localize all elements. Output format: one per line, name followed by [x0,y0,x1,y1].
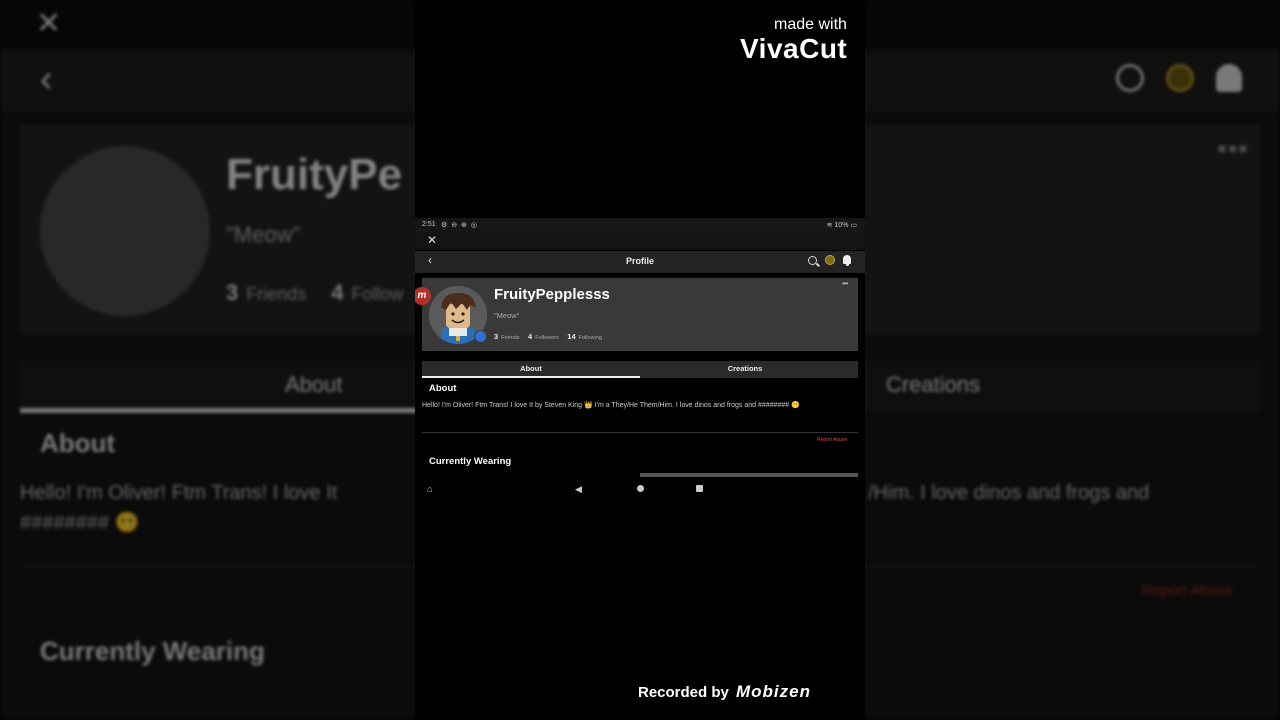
robux-icon[interactable] [825,255,835,265]
tab-creations[interactable]: Creations [636,364,854,373]
close-icon[interactable]: ✕ [427,233,437,247]
profile-card [422,278,858,351]
search-icon[interactable] [808,256,817,265]
bg-username: FruityPe [226,150,403,199]
stat-followers[interactable]: 4 Followers [528,332,559,341]
watermark-recorded-by: Recorded by [638,684,729,701]
bg-stat-count: 3 [226,280,239,305]
bg-bio-line-right: /Him. I love dinos and frogs and [868,482,1150,504]
about-heading: About [429,383,457,394]
bg-stat-label: Friends [246,284,307,304]
close-row [415,232,865,250]
watermark-made-with: made with [774,16,847,33]
bg-menu-icon: ■■■ [1218,140,1250,156]
battery-icon: ▭ [850,222,857,229]
bg-bell-icon [1216,64,1242,92]
about-bio: Hello! I'm Oliver! Ftm Trans! I love It … [422,402,800,409]
bg-about-heading: About [40,428,116,458]
bg-avatar [40,146,210,316]
status-bar: 2:51 ⚙ ⊖ ⊕ ◎ ≋ 10% ▭ [415,218,865,232]
status-time: 2:51 [422,221,436,228]
bg-robux-icon [1166,64,1194,92]
notification-icons: ⚙ ⊖ ⊕ ◎ [441,222,478,229]
bg-stat-label: Follow [351,284,404,304]
bg-stats: 3 Friends 4 Follow [226,280,404,306]
stat-following[interactable]: 14 Following [567,332,602,341]
bg-search-icon [1116,64,1144,92]
more-menu-icon[interactable]: ••• [842,279,848,288]
currently-wearing-heading: Currently Wearing [429,456,512,467]
keyboard-icon[interactable]: ⌂ [427,484,432,494]
stat-label: Followers [535,335,559,341]
report-abuse-link[interactable]: Report Abuse [817,437,847,443]
online-status-icon [474,330,487,343]
bg-status: "Meow" [226,222,301,247]
watermark-mobizen-logo: Mobizen [736,682,811,701]
stat-label: Following [578,335,602,341]
wifi-icon: ≋ [826,222,833,229]
watermark-vivacut-logo: VivaCut [740,33,848,64]
bg-tab-creations: Creations [886,372,981,397]
nav-back-icon[interactable]: ◀ [575,484,582,495]
bg-tab-about: About [285,372,343,397]
phone-screen: 2:51 ⚙ ⊖ ⊕ ◎ ≋ 10% ▭ ✕ ‹ Profile ••• m F… [415,0,865,720]
bg-report-abuse: Report Abuse [1142,582,1233,599]
active-tab-indicator [422,376,640,378]
stat-count: 3 [494,332,499,341]
tab-about[interactable]: About [422,364,640,373]
status-text: "Meow" [494,311,520,320]
bg-bio-line: Hello! I'm Oliver! Ftm Trans! I love It [20,482,338,504]
stat-label: Friends [501,335,520,341]
stat-count: 14 [567,332,576,341]
bg-stat-count: 4 [331,280,344,305]
nav-recents-icon[interactable] [696,485,703,492]
divider [422,432,858,433]
username: FruityPepplesss [494,286,610,303]
status-right: ≋ 10% ▭ [827,221,857,229]
bg-close-icon: ✕ [36,7,62,40]
nav-home-icon[interactable] [637,485,644,492]
horizontal-scrollbar[interactable] [640,473,858,477]
stat-friends[interactable]: 3 Friends [494,332,520,341]
page-title: Profile [625,256,654,266]
battery-level: 10% [834,222,849,229]
bg-bio-line: ######## 😶 [20,512,140,534]
profile-stats: 3 Friends 4 Followers 14 Following [494,332,609,341]
bg-back-icon: ‹ [40,58,53,100]
notification-bell-icon[interactable] [843,255,851,266]
bg-currently-wearing: Currently Wearing [40,636,265,666]
stat-count: 4 [528,332,533,341]
